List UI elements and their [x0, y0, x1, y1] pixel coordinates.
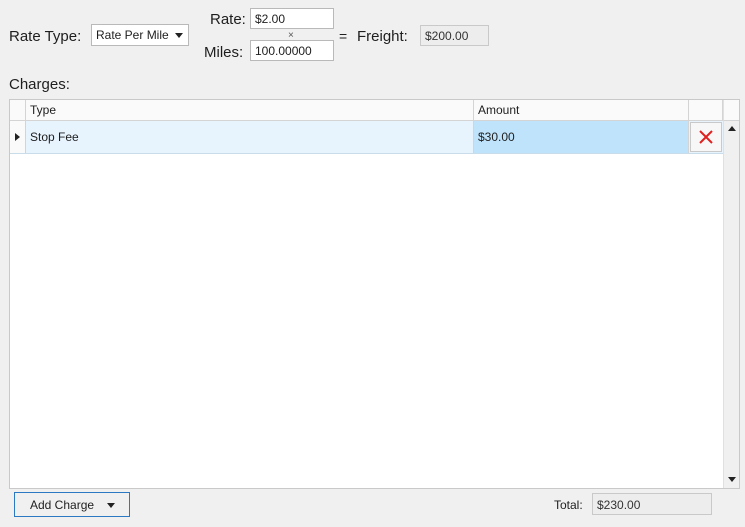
rate-input[interactable]: $2.00	[250, 8, 334, 29]
column-header-amount[interactable]: Amount	[474, 100, 689, 120]
freight-label: Freight:	[357, 28, 408, 45]
add-charge-button[interactable]: Add Charge	[14, 492, 130, 517]
add-charge-label: Add Charge	[30, 497, 95, 512]
delete-x-icon	[699, 130, 713, 144]
row-indicator[interactable]	[10, 121, 26, 153]
miles-input[interactable]: 100.00000	[250, 40, 334, 61]
rate-type-select[interactable]: Rate Per Mile	[91, 24, 189, 46]
column-header-type[interactable]: Type	[26, 100, 474, 120]
dropdown-caret-icon	[175, 33, 183, 38]
rate-type-value: Rate Per Mile	[96, 28, 169, 42]
delete-charge-button[interactable]	[690, 122, 722, 152]
total-value: $230.00	[592, 493, 712, 515]
header-indicator-cell	[10, 100, 26, 120]
dropdown-caret-icon	[107, 503, 115, 508]
vertical-scrollbar[interactable]	[723, 121, 739, 488]
table-row[interactable]: Stop Fee $30.00	[10, 121, 723, 154]
miles-label: Miles:	[204, 44, 244, 61]
charge-type-cell[interactable]: Stop Fee	[26, 121, 474, 153]
row-indicator-icon	[15, 133, 20, 141]
total-label: Total:	[554, 498, 583, 512]
freight-value: $200.00	[420, 25, 489, 46]
charges-grid: Type Amount Stop Fee $30.00	[9, 99, 740, 489]
grid-corner	[723, 100, 739, 121]
charge-amount-cell[interactable]: $30.00	[474, 121, 689, 153]
scroll-up-icon[interactable]	[728, 126, 736, 131]
grid-header: Type Amount	[10, 100, 723, 121]
charges-label: Charges:	[9, 76, 70, 93]
scroll-down-icon[interactable]	[728, 477, 736, 482]
equals-sign: =	[339, 28, 348, 44]
rate-type-label: Rate Type:	[9, 28, 82, 45]
rate-label: Rate:	[210, 11, 246, 28]
column-header-delete	[689, 100, 723, 120]
